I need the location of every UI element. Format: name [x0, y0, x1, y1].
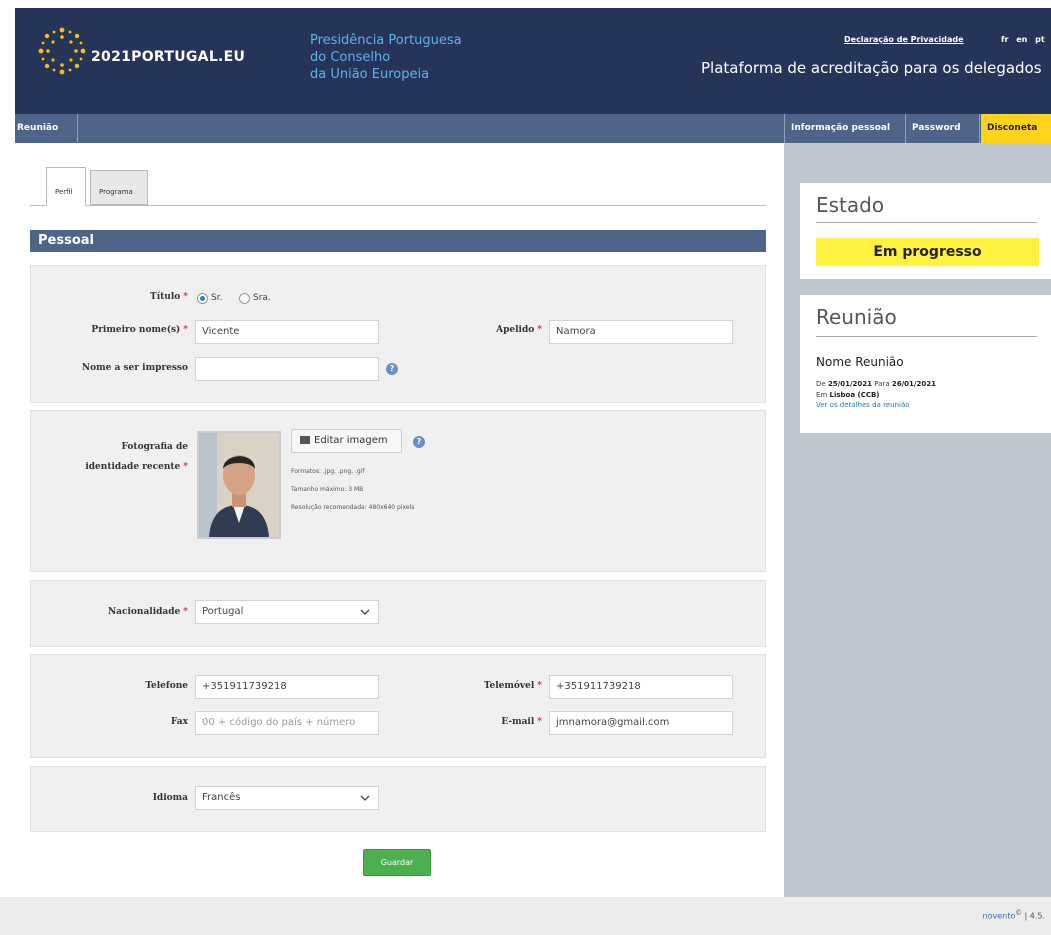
- image-icon: [300, 436, 310, 444]
- tab-profile[interactable]: Perfil: [46, 167, 86, 206]
- site-header: 2021PORTUGAL.EU Presidência Portuguesa d…: [15, 8, 1051, 114]
- chevron-down-icon: [360, 609, 370, 615]
- nav-logout[interactable]: Disconeta: [981, 114, 1051, 143]
- photo-resolution: Resolução recomendada: 480x640 pixels: [291, 504, 415, 511]
- footer: novento© | 4.5.: [0, 897, 1051, 935]
- section-title: Pessoal: [30, 230, 766, 252]
- first-name-input[interactable]: Vicente: [195, 320, 379, 344]
- phone-label: Telefone: [145, 681, 188, 691]
- title-radio-sr[interactable]: [197, 293, 208, 304]
- edit-image-button[interactable]: Editar imagem: [291, 429, 402, 453]
- language-select[interactable]: Francês: [195, 786, 379, 810]
- profile-photo[interactable]: [197, 431, 281, 539]
- nav-personal-info[interactable]: Informação pessoal: [784, 114, 906, 143]
- print-name-input[interactable]: [195, 357, 379, 381]
- mobile-input[interactable]: +351911739218: [549, 675, 733, 699]
- presidency-title: Presidência Portuguesa do Conselho da Un…: [310, 32, 462, 83]
- tabs-divider: [30, 205, 766, 206]
- language-block: Idioma Francês: [30, 766, 766, 832]
- divider: [816, 222, 1037, 223]
- presidency-line-3: da União Europeia: [310, 67, 430, 82]
- photo-label: Fotografia de identidade recente *: [51, 437, 188, 477]
- meeting-title: Reunião: [816, 305, 897, 329]
- tab-program[interactable]: Programa: [90, 170, 148, 205]
- email-label: E-mail *: [501, 717, 542, 727]
- footer-brand-name[interactable]: novento: [983, 912, 1016, 921]
- privacy-link[interactable]: Declaração de Privacidade: [844, 35, 964, 44]
- nationality-label: Nacionalidade *: [107, 607, 188, 617]
- meeting-dates: De 25/01/2021 Para 26/01/2021: [816, 380, 936, 388]
- photo-formats: Formatos: .jpg, .png, .gif: [291, 468, 365, 475]
- main-nav: Reunião Informação pessoal Password Disc…: [15, 114, 1051, 143]
- photo-block: Fotografia de identidade recente * Editar…: [30, 410, 766, 572]
- first-name-label: Primeiro nome(s) *: [91, 325, 188, 335]
- divider: [816, 336, 1037, 337]
- mobile-label: Telemóvel *: [483, 681, 542, 691]
- title-radio-sra[interactable]: [239, 293, 250, 304]
- title-radio-sr-label[interactable]: Sr.: [211, 293, 222, 303]
- status-badge: Em progresso: [816, 238, 1039, 266]
- save-button[interactable]: Guardar: [363, 849, 431, 876]
- name-block: Título * Sr. Sra. Primeiro nome(s) * Vicen…: [30, 265, 766, 403]
- meeting-details-link[interactable]: Ver os detalhes da reunião: [816, 401, 910, 409]
- meeting-location: Em Lisboa (CCB): [816, 391, 880, 399]
- nationality-select[interactable]: Portugal: [195, 600, 379, 624]
- last-name-input[interactable]: Namora: [549, 320, 733, 344]
- meeting-name: Nome Reunião: [816, 355, 904, 369]
- presidency-line-2: do Conselho: [310, 50, 391, 65]
- meeting-panel: Reunião Nome Reunião De 25/01/2021 Para …: [800, 295, 1051, 433]
- nav-meeting[interactable]: Reunião: [15, 114, 78, 143]
- photo-label-line-2: identidade recente *: [85, 462, 188, 472]
- platform-title: Plataforma de acreditação para os delega…: [701, 59, 1042, 77]
- chevron-down-icon: [360, 795, 370, 801]
- lang-en[interactable]: en: [1016, 35, 1027, 44]
- nav-password[interactable]: Password: [906, 114, 980, 143]
- help-icon[interactable]: ?: [413, 436, 425, 448]
- print-name-label: Nome a ser impresso: [81, 363, 188, 373]
- lang-fr[interactable]: fr: [1001, 35, 1008, 44]
- email-input[interactable]: jmnamora@gmail.com: [549, 711, 733, 735]
- language-switcher: fr en pt: [998, 35, 1045, 44]
- lang-pt[interactable]: pt: [1035, 35, 1045, 44]
- photo-label-line-1: Fotografia de: [121, 442, 188, 452]
- phone-input[interactable]: +351911739218: [195, 675, 379, 699]
- contacts-block: Telefone +351911739218 Telemóvel * +35191…: [30, 654, 766, 758]
- nationality-block: Nacionalidade * Portugal: [30, 580, 766, 647]
- sidebar: Estado Em progresso Reunião Nome Reunião…: [784, 143, 1051, 897]
- site-logo-text[interactable]: 2021PORTUGAL.EU: [91, 49, 245, 65]
- fax-label: Fax: [170, 717, 188, 727]
- footer-brand: novento© | 4.5.: [982, 909, 1045, 921]
- title-radio-sra-label[interactable]: Sra.: [253, 293, 271, 303]
- photo-max-size: Tamanho máximo: 3 MB: [291, 486, 364, 493]
- last-name-label: Apelido *: [496, 325, 542, 335]
- language-label: Idioma: [152, 793, 188, 803]
- presidency-line-1: Presidência Portuguesa: [310, 33, 462, 48]
- status-title: Estado: [816, 193, 885, 217]
- help-icon[interactable]: ?: [386, 363, 398, 375]
- title-label: Título *: [150, 292, 188, 302]
- sun-logo-icon: [38, 27, 86, 75]
- status-panel: Estado Em progresso: [800, 183, 1051, 279]
- person-portrait-icon: [199, 433, 279, 537]
- fax-input[interactable]: 00 + código do país + número: [195, 711, 379, 735]
